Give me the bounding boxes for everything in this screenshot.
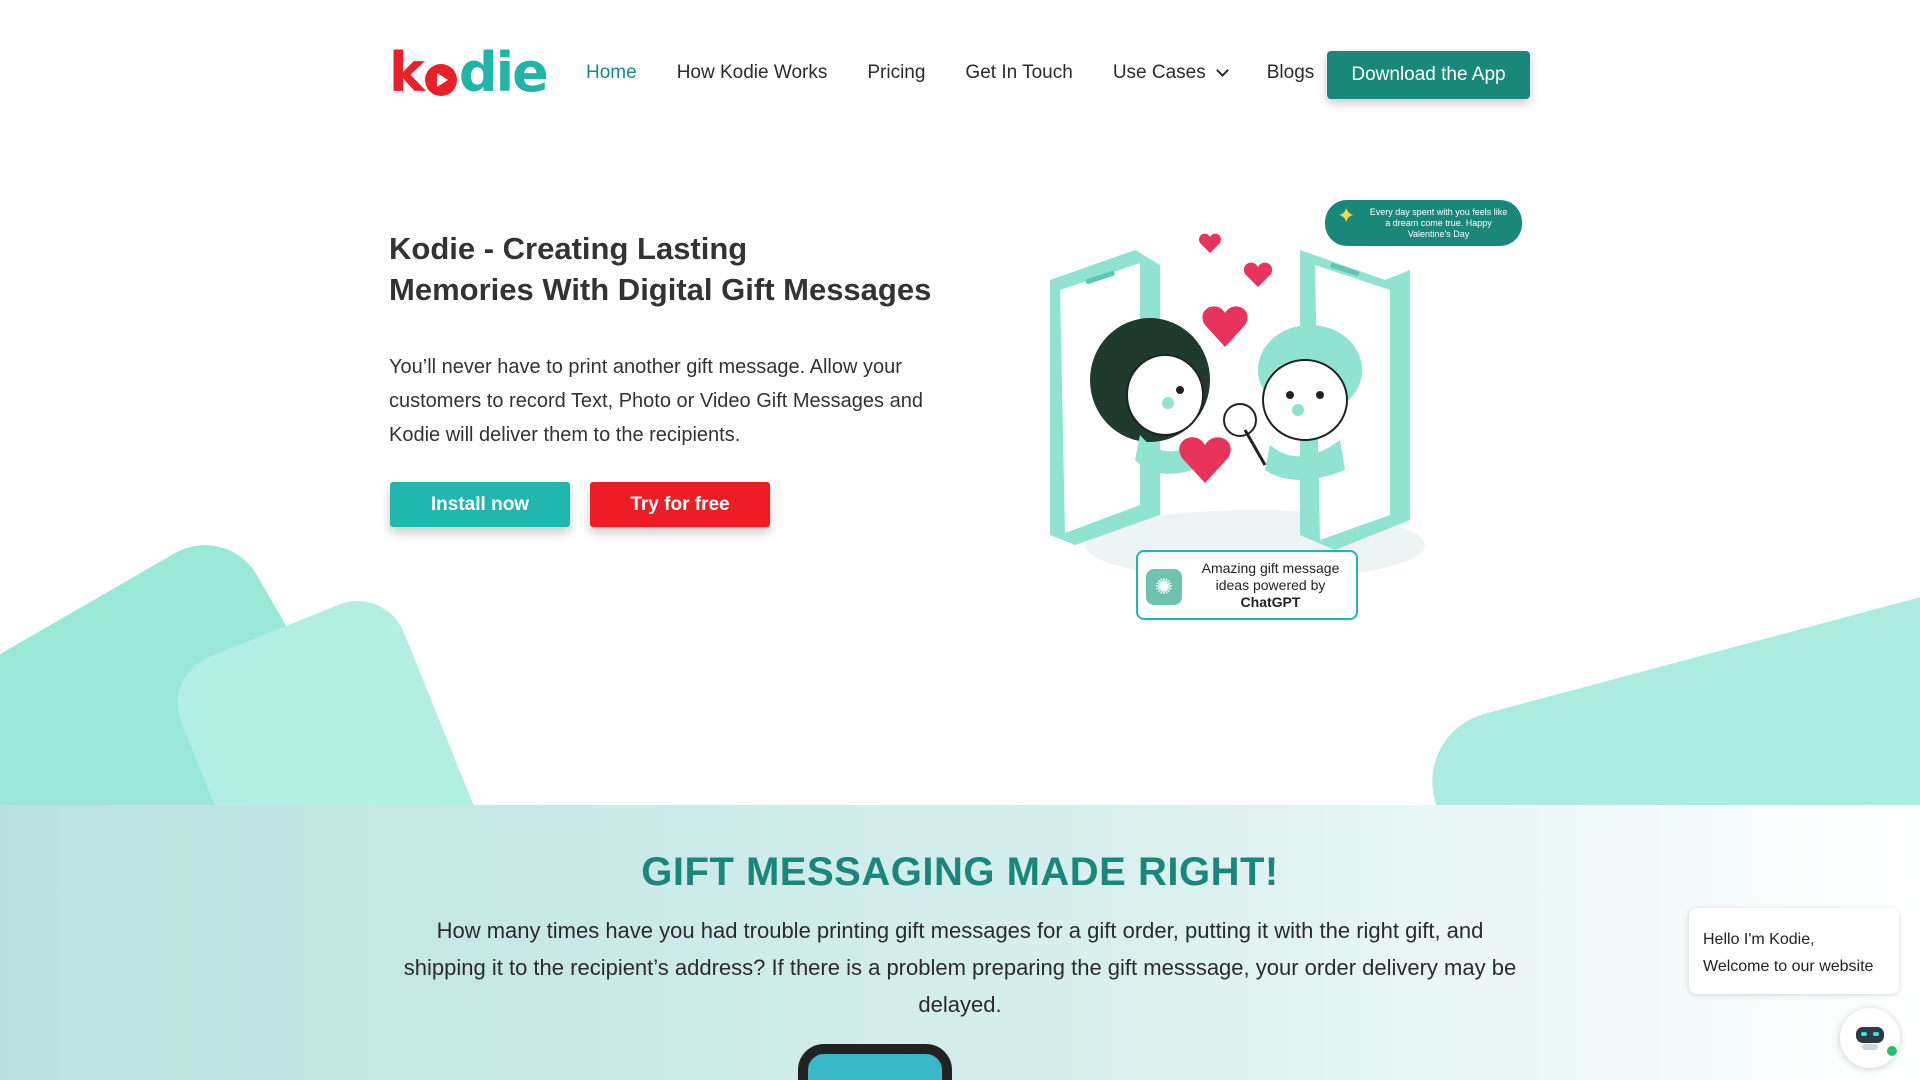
valentine-message-bubble: ✦ Every day spent with you feels like a … <box>1325 200 1522 246</box>
bubble-text: Every day spent with you feels like a dr… <box>1369 206 1508 239</box>
nav-home[interactable]: Home <box>586 62 637 84</box>
phone-notch <box>838 1044 912 1054</box>
chat-greeting-line1: Hello I'm Kodie, <box>1703 931 1815 948</box>
nav-use-cases-label: Use Cases <box>1112 62 1206 83</box>
section-description: How many times have you had trouble prin… <box>403 918 1517 1017</box>
robot-icon <box>1856 1027 1884 1050</box>
nav-get-in-touch[interactable]: Get In Touch <box>965 62 1072 84</box>
download-app-button[interactable]: Download the App <box>1327 51 1530 99</box>
chatgpt-card: ✺ Amazing gift message ideas powered by … <box>1136 550 1358 620</box>
try-for-free-button[interactable]: Try for free <box>590 482 770 527</box>
section-title: GIFT MESSAGING MADE RIGHT! <box>641 850 1279 894</box>
chat-launcher-button[interactable] <box>1840 1008 1900 1068</box>
online-status-dot <box>1885 1044 1899 1058</box>
logo-rest: die <box>458 41 549 104</box>
chevron-down-icon <box>1215 64 1229 77</box>
hero-description: You’ll never have to print another gift … <box>389 356 923 446</box>
install-now-button[interactable]: Install now <box>390 482 570 527</box>
chatgpt-icon: ✺ <box>1146 569 1182 605</box>
chatgpt-card-text: Amazing gift message ideas powered by Ch… <box>1188 560 1353 611</box>
hero-illustration: ✦ Every day spent with you feels like a … <box>1040 195 1530 625</box>
hero-title-line1: Kodie - Creating Lasting <box>389 231 748 266</box>
kodie-logo[interactable]: k die <box>389 46 549 100</box>
chat-greeting-popup[interactable]: Hello I'm Kodie, Welcome to our website <box>1689 908 1899 994</box>
nav-pricing[interactable]: Pricing <box>867 62 925 84</box>
nav-use-cases[interactable]: Use Cases <box>1112 62 1229 84</box>
nav-blogs[interactable]: Blogs <box>1267 62 1315 84</box>
chatgpt-card-caption: Amazing gift message ideas powered by <box>1201 559 1340 593</box>
main-nav: Home How Kodie Works Pricing Get In Touc… <box>586 62 1354 84</box>
chatgpt-card-brand: ChatGPT <box>1240 593 1301 610</box>
site-header: k die Home How Kodie Works Pricing Get I… <box>0 0 1920 150</box>
hero-title: Kodie - Creating Lasting Memories With D… <box>389 228 931 310</box>
hero-title-line2: Memories With Digital Gift Messages <box>389 272 932 307</box>
sparkle-icon: ✦ <box>1337 203 1356 228</box>
play-icon <box>424 64 457 96</box>
nav-how-kodie-works[interactable]: How Kodie Works <box>677 62 828 84</box>
logo-k: k <box>389 41 425 104</box>
chat-greeting-line2: Welcome to our website <box>1703 958 1874 975</box>
